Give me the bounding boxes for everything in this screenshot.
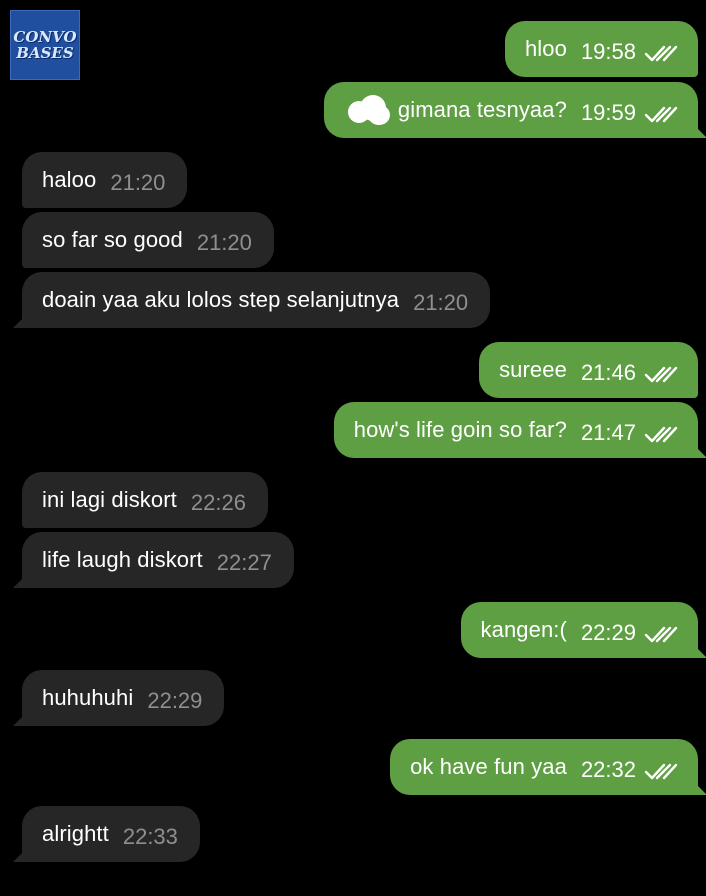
incoming-message[interactable]: ini lagi diskort 22:26 [22, 472, 268, 528]
message-text: ini lagi diskort [42, 487, 177, 512]
group-logo-text: CONVO BASES [13, 28, 77, 62]
message-time: 22:27 [216, 550, 272, 575]
outgoing-message[interactable]: how's life goin so far? 21:47 [333, 402, 706, 458]
message-text: ok have fun yaa [410, 754, 567, 779]
message-time: 19:59 [580, 100, 636, 125]
message-time: 21:20 [413, 290, 469, 315]
outgoing-message[interactable]: sureee 21:46 [479, 342, 698, 398]
incoming-message[interactable]: so far so good 21:20 [22, 212, 274, 268]
message-time: 21:20 [110, 170, 166, 195]
double-check-icon [644, 761, 678, 781]
message-text: gimana tesnyaa? [397, 97, 567, 122]
double-check-icon [644, 104, 678, 124]
outgoing-message[interactable]: hloo 19:58 [504, 21, 698, 77]
double-check-icon [644, 624, 678, 644]
redacted-sticker [344, 93, 392, 127]
message-time: 21:20 [196, 230, 252, 255]
double-check-icon [644, 43, 678, 63]
message-time: 22:29 [580, 620, 636, 645]
message-text: sureee [499, 357, 567, 382]
incoming-message[interactable]: alrightt 22:33 [13, 806, 200, 862]
message-text: hloo [524, 36, 567, 61]
outgoing-message[interactable]: kangen:( 22:29 [460, 602, 706, 658]
message-text: doain yaa aku lolos step selanjutnya [42, 287, 400, 312]
message-time: 22:29 [147, 688, 203, 713]
outgoing-message[interactable]: gimana tesnyaa? 19:59 [323, 82, 706, 138]
group-logo: CONVO BASES [10, 10, 80, 80]
incoming-message[interactable]: haloo 21:20 [22, 152, 188, 208]
message-text: life laugh diskort [42, 547, 203, 572]
message-time: 22:33 [122, 824, 178, 849]
message-time: 21:47 [580, 420, 636, 445]
message-text: kangen:( [480, 617, 567, 642]
incoming-message[interactable]: huhuhuhi 22:29 [12, 670, 225, 726]
incoming-message[interactable]: doain yaa aku lolos step selanjutnya 21:… [12, 272, 491, 328]
message-text: how's life goin so far? [353, 417, 567, 442]
double-check-icon [644, 424, 678, 444]
message-text: haloo [42, 167, 97, 192]
incoming-message[interactable]: life laugh diskort 22:27 [13, 532, 294, 588]
message-text: huhuhuhi [42, 685, 134, 710]
message-time: 22:26 [190, 490, 246, 515]
message-time: 21:46 [580, 360, 636, 385]
message-text: so far so good [42, 227, 183, 252]
message-time: 22:32 [580, 757, 636, 782]
message-text: alrightt [42, 821, 109, 846]
outgoing-message[interactable]: ok have fun yaa 22:32 [390, 739, 706, 795]
double-check-icon [644, 364, 678, 384]
message-time: 19:58 [580, 39, 636, 64]
